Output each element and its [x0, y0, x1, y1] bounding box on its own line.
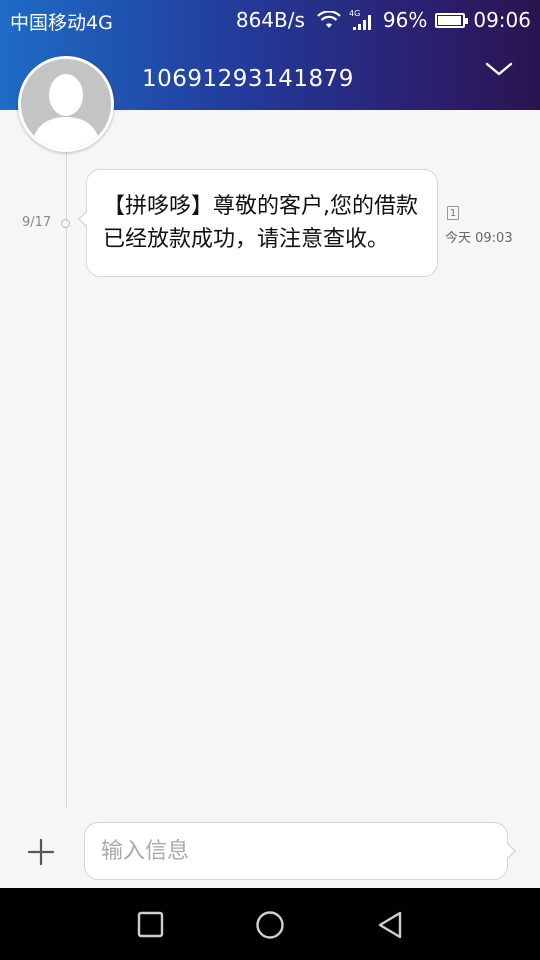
- timeline-dot: [61, 219, 70, 228]
- input-tail: [506, 842, 516, 860]
- message-input[interactable]: [84, 822, 508, 880]
- chevron-down-icon[interactable]: [484, 58, 514, 80]
- message-time: 今天 09:03: [445, 231, 513, 246]
- network-speed: 864B/s: [235, 8, 305, 32]
- sim-card-icon: 1: [447, 206, 459, 220]
- messaging-screen: 中国移动4G 864B/s 4G 96% 09:06 1069129314187…: [0, 0, 540, 960]
- battery-fill: [438, 15, 462, 25]
- network-type-label: 4G: [349, 9, 360, 18]
- home-icon[interactable]: [255, 910, 285, 940]
- status-bar: 中国移动4G 864B/s 4G 96% 09:06: [0, 0, 540, 38]
- status-right: 864B/s 4G 96% 09:06: [236, 8, 531, 32]
- back-icon[interactable]: [376, 910, 406, 940]
- default-person-icon: [21, 59, 111, 149]
- message-date: 9/17: [22, 215, 52, 230]
- message-text: 【拼哆哆】尊敬的客户,您的借款已经放款成功，请注意查收。: [103, 194, 418, 252]
- composer-bar: [0, 808, 540, 888]
- contact-name[interactable]: 10691293141879: [142, 66, 354, 92]
- avatar[interactable]: [18, 56, 114, 152]
- battery-percent: 96%: [382, 8, 428, 32]
- wifi-icon: [317, 11, 341, 29]
- message-bubble[interactable]: 【拼哆哆】尊敬的客户,您的借款已经放款成功，请注意查收。: [78, 169, 438, 277]
- navigation-bar: [0, 888, 540, 960]
- signal-4g-icon: 4G: [349, 9, 375, 31]
- carrier-label: 中国移动4G: [10, 12, 113, 34]
- recent-apps-icon[interactable]: [136, 910, 166, 940]
- battery-icon: [435, 12, 469, 28]
- bubble-tail: [78, 210, 88, 228]
- timeline-line: [66, 152, 67, 808]
- plus-icon[interactable]: [27, 838, 55, 866]
- clock: 09:06: [473, 8, 531, 32]
